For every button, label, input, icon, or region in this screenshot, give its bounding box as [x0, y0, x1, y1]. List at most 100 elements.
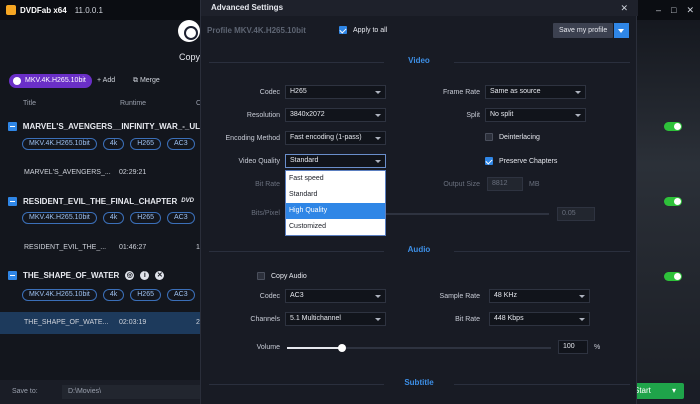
output-size-unit: MB: [529, 181, 540, 188]
encoding-method-select[interactable]: Fast encoding (1-pass): [285, 131, 386, 145]
copy-mode-label[interactable]: Copy: [179, 52, 200, 62]
preserve-chapters-checkbox[interactable]: Preserve Chapters: [485, 157, 557, 165]
bit-rate-label: Bit Rate: [255, 181, 280, 188]
table-row[interactable]: MARVEL'S_AVENGERS_... 02:29:21: [0, 163, 200, 183]
save-profile-dropdown[interactable]: [614, 23, 629, 38]
profile-name: Profile MKV.4K.H265.10bit: [207, 26, 306, 35]
dvd-icon: DVD: [181, 198, 194, 204]
volume-field[interactable]: 100: [558, 340, 588, 354]
title-item[interactable]: THE_SHAPE_OF_WATER ◎ i ✕: [0, 266, 200, 284]
codec-chip[interactable]: H265: [130, 138, 161, 150]
profile-chip[interactable]: MKV.4K.H265.10bit: [22, 212, 97, 224]
dropdown-option[interactable]: Standard: [286, 187, 385, 203]
minimize-icon[interactable]: –: [656, 5, 661, 16]
resolution-chip[interactable]: 4k: [102, 138, 125, 150]
title-checkbox[interactable]: [8, 270, 17, 280]
resolution-chip[interactable]: 4k: [102, 289, 125, 301]
start-button[interactable]: Start ▾: [632, 383, 684, 399]
video-quality-value: Standard: [290, 157, 319, 164]
apply-to-all-checkbox[interactable]: Apply to all: [339, 26, 387, 34]
channels-select[interactable]: 5.1 Multichannel: [285, 312, 386, 326]
codec-chip[interactable]: H265: [130, 212, 161, 224]
remove-icon[interactable]: ✕: [155, 270, 165, 280]
output-size-label: Output Size: [443, 181, 480, 188]
title-name: RESIDENT_EVIL_THE_FINAL_CHAPTER: [23, 196, 178, 206]
track-name: MARVEL'S_AVENGERS_...: [24, 169, 111, 176]
channels-label: Channels: [250, 316, 280, 323]
split-value: No split: [490, 111, 514, 118]
video-quality-label: Video Quality: [238, 158, 280, 165]
save-path-field[interactable]: D:\Movies\: [62, 385, 200, 399]
title-chips: MKV.4K.H265.10bit 4k H265 AC3: [22, 212, 195, 224]
video-quality-select[interactable]: Standard: [285, 154, 386, 168]
deinterlacing-checkbox[interactable]: Deinterlacing: [485, 133, 540, 141]
video-codec-select[interactable]: H265: [285, 85, 386, 99]
volume-slider-handle[interactable]: [338, 344, 346, 352]
sample-rate-value: 48 KHz: [494, 292, 517, 299]
close-icon[interactable]: ✕: [620, 3, 628, 14]
merge-button[interactable]: ⧉ Merge: [133, 77, 160, 85]
title-checkbox[interactable]: [8, 196, 17, 206]
info-icon[interactable]: i: [140, 270, 150, 280]
copy-audio-checkbox[interactable]: Copy Audio: [257, 272, 307, 280]
audio-codec-select[interactable]: AC3: [285, 289, 386, 303]
sample-rate-select[interactable]: 48 KHz: [489, 289, 590, 303]
column-header-runtime[interactable]: Runtime: [120, 100, 146, 107]
table-row-selected[interactable]: THE_SHAPE_OF_WATE... 02:03:19 2(: [0, 312, 202, 334]
bits-per-pixel-field[interactable]: 0.05: [557, 207, 595, 221]
resolution-chip[interactable]: 4k: [102, 212, 125, 224]
title-toggle[interactable]: [664, 272, 682, 281]
checkbox-checked-icon: [339, 26, 347, 34]
resolution-select[interactable]: 3840x2072: [285, 108, 386, 122]
title-item[interactable]: RESIDENT_EVIL_THE_FINAL_CHAPTER DVD: [0, 192, 200, 210]
section-video: Video: [209, 56, 630, 68]
audio-chip[interactable]: AC3: [166, 212, 195, 224]
profile-chip[interactable]: MKV.4K.H265.10bit: [22, 138, 97, 150]
save-profile-button[interactable]: Save my profile: [553, 23, 614, 38]
audio-chip[interactable]: AC3: [166, 289, 195, 301]
profile-selector[interactable]: MKV.4K.H265.10bit: [9, 74, 92, 88]
profile-icon: [13, 77, 21, 85]
save-to-label: Save to:: [12, 388, 38, 395]
codec-chip[interactable]: H265: [130, 289, 161, 301]
audio-bit-rate-select[interactable]: 448 Kbps: [489, 312, 590, 326]
chevron-down-icon: [579, 295, 585, 298]
app-version: 11.0.0.1: [74, 5, 104, 15]
title-item[interactable]: MARVEL'S_AVENGERS__INFINITY_WAR_-_UL: [0, 117, 200, 135]
bits-per-pixel-slider[interactable]: [386, 213, 549, 215]
profile-chip[interactable]: MKV.4K.H265.10bit: [22, 289, 97, 301]
divider: [454, 384, 630, 385]
chevron-down-icon: [375, 318, 381, 321]
title-chips: MKV.4K.H265.10bit 4k H265 AC3: [22, 289, 195, 301]
chevron-down-icon: [375, 137, 381, 140]
volume-slider[interactable]: [287, 344, 551, 352]
dropdown-option[interactable]: Customized: [286, 219, 385, 235]
dropdown-option-highlighted[interactable]: High Quality: [286, 203, 385, 219]
start-dropdown-icon[interactable]: ▾: [672, 383, 676, 399]
checkbox-unchecked-icon: [257, 272, 265, 280]
dropdown-option[interactable]: Fast speed: [286, 171, 385, 187]
title-checkbox[interactable]: [8, 121, 17, 131]
title-toggle[interactable]: [664, 122, 682, 131]
frame-rate-value: Same as source: [490, 88, 541, 95]
close-icon[interactable]: ✕: [686, 5, 694, 16]
chevron-down-icon: [575, 114, 581, 117]
app-brand: DVDFab x64 11.0.0.1: [6, 5, 103, 15]
track-runtime: 01:46:27: [119, 244, 147, 251]
add-button[interactable]: + Add: [97, 77, 115, 84]
chevron-down-icon: [375, 114, 381, 117]
column-header-title[interactable]: Title: [23, 100, 36, 107]
channels-value: 5.1 Multichannel: [290, 315, 341, 322]
video-codec-value: H265: [290, 88, 307, 95]
copy-mode-icon[interactable]: [178, 20, 200, 42]
audio-chip[interactable]: AC3: [166, 138, 195, 150]
dialog-profile-row: Profile MKV.4K.H265.10bit Apply to all S…: [201, 16, 638, 44]
frame-rate-select[interactable]: Same as source: [485, 85, 586, 99]
split-select[interactable]: No split: [485, 108, 586, 122]
maximize-icon[interactable]: □: [671, 5, 676, 16]
title-toggle[interactable]: [664, 197, 682, 206]
title-actions: ◎ i ✕: [125, 270, 165, 280]
dialog-title: Advanced Settings: [201, 0, 638, 16]
table-row[interactable]: RESIDENT_EVIL_THE_... 01:46:27 1(: [0, 238, 202, 258]
volume-unit: %: [594, 344, 601, 351]
